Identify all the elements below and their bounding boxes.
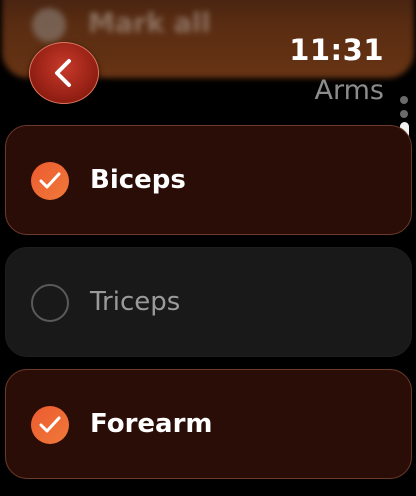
back-button[interactable] — [29, 42, 99, 104]
clock-time: 11:31 — [289, 33, 384, 67]
unchecked-circle-icon[interactable] — [31, 284, 69, 322]
checkmark-icon[interactable] — [31, 162, 69, 200]
mark-all-check-icon — [32, 8, 66, 42]
list-item-label: Triceps — [90, 287, 181, 317]
mark-all-label: Mark all — [88, 8, 211, 39]
list-item-biceps[interactable]: Biceps — [5, 125, 412, 235]
scroll-indicator-dot — [400, 96, 408, 104]
chevron-left-icon — [55, 59, 71, 87]
list-item-label: Biceps — [90, 165, 186, 195]
list-item-forearm[interactable]: Forearm — [5, 369, 412, 479]
list-item-triceps[interactable]: Triceps — [5, 247, 412, 357]
scroll-indicator-dot — [400, 110, 408, 118]
checkmark-icon[interactable] — [31, 406, 69, 444]
page-title: Arms — [314, 75, 384, 106]
list-item-label: Forearm — [90, 409, 213, 439]
